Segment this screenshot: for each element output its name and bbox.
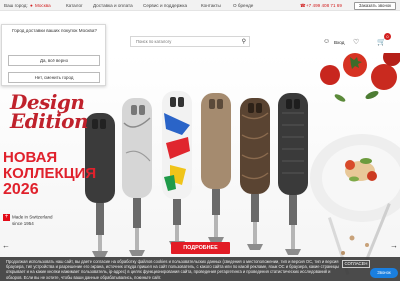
since-text: since 1954 <box>12 221 34 226</box>
swiss-badge: + Made in Switzerland since 1954 <box>3 214 53 227</box>
search-box: ⚲ <box>130 36 250 47</box>
confirm-city-button[interactable]: Да, всё верно <box>8 55 100 66</box>
cookie-text: Продолжая использовать наш сайт, вы дает… <box>6 259 339 280</box>
nav-catalog[interactable]: Каталог <box>66 3 83 8</box>
location-pin-icon: ● <box>30 3 33 8</box>
new-collection-line-2: КОЛЛЕКЦИЯ <box>3 165 97 182</box>
user-icon[interactable]: ☺ <box>323 38 330 45</box>
search-icon[interactable]: ⚲ <box>242 38 246 45</box>
callback-button[interactable]: Заказать звонок <box>354 1 396 10</box>
accept-cookies-button[interactable]: СОГЛАСЕН <box>342 260 370 268</box>
call-widget-button[interactable]: Звонок <box>370 268 398 278</box>
new-collection-line-1: НОВАЯ <box>3 149 58 166</box>
made-in-text: Made in Switzerland <box>12 214 53 220</box>
city-prefix: Ваш город: <box>4 3 28 8</box>
slider-next-icon[interactable]: → <box>390 241 398 250</box>
favorites-icon[interactable]: ♡ <box>353 38 359 46</box>
city-question: Город доставки ваших покупок Москва? <box>12 28 97 33</box>
cookie-banner: Продолжая использовать наш сайт, вы дает… <box>0 257 400 281</box>
login-link[interactable]: Вход <box>334 40 344 45</box>
more-button[interactable]: ПОДРОБНЕЕ <box>171 242 230 254</box>
new-collection-title: НОВАЯ КОЛЛЕКЦИЯ 2026 <box>3 150 96 198</box>
nav-delivery[interactable]: Доставка и оплата <box>93 3 133 8</box>
call-widget-label: Звонок <box>377 270 391 275</box>
top-bar: Ваш город: ● Москва Каталог Доставка и о… <box>0 0 400 11</box>
swiss-flag-icon: + <box>3 214 10 221</box>
phone-number[interactable]: +7 499 408 71 69 <box>306 3 342 8</box>
design-line-2: Edition <box>10 109 89 133</box>
nav-contacts[interactable]: Контакты <box>201 3 221 8</box>
nav-service[interactable]: Сервис и поддержка <box>143 3 187 8</box>
cart-count-badge: 0 <box>384 33 391 40</box>
change-city-button[interactable]: Нет, сменить город <box>8 72 100 83</box>
collection-year: 2026 <box>3 181 39 198</box>
hero-banner[interactable]: Design Edition НОВАЯ КОЛЛЕКЦИЯ 2026 + Mad… <box>0 53 400 281</box>
city-selector[interactable]: Москва <box>35 3 51 8</box>
design-edition-title: Design Edition <box>10 92 89 133</box>
search-input[interactable] <box>131 37 231 46</box>
slider-prev-icon[interactable]: ← <box>2 241 10 250</box>
city-confirm-popup: Город доставки ваших покупок Москва? Да,… <box>1 24 106 86</box>
phone-icon: ☎ <box>300 3 306 8</box>
nav-brand[interactable]: О бренде <box>233 3 253 8</box>
